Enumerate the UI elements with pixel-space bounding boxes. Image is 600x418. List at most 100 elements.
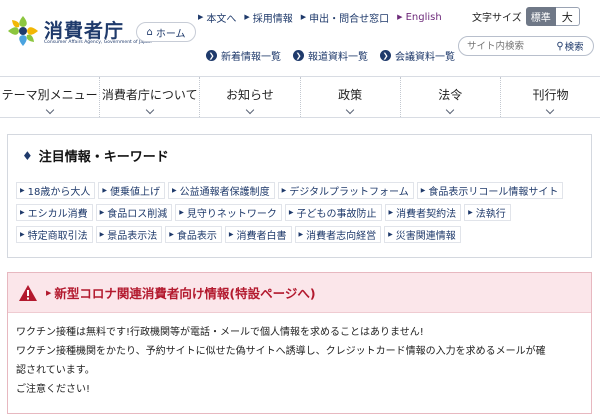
nav-item-label: お知らせ [226,87,274,102]
keyword-label: 食品ロス削減 [107,209,168,220]
search-button-label: 検索 [564,42,584,53]
triangle-right-icon: ▶ [388,209,394,216]
keyword-link[interactable]: ▶ 食品表示リコール情報サイト [416,182,564,199]
site-search: ⚲ 検索 [458,36,594,56]
keyword-link[interactable]: ▶ 子どもの事故防止 [284,204,382,221]
news-link-label: 報道資料一覧 [308,52,368,63]
keyword-label: 見守りネットワーク [186,209,277,220]
keyword-label: 食品表示リコール情報サイト [428,187,559,198]
nav-item-news[interactable]: お知らせ [200,77,301,117]
keyword-label: 子どもの事故防止 [296,209,377,220]
news-link-latest[interactable]: ❯ 新着情報一覧 [206,48,281,63]
nav-item-label: 消費者庁について [101,87,198,102]
font-size-large-button[interactable]: 大 [555,7,580,26]
keyword-label: 18歳から大人 [27,187,91,198]
corona-notice-panel: ▶ 新型コロナ関連消費者向け情報(特設ページへ) ワクチン接種は無料です!行政機… [7,272,592,414]
nav-item-label: 法令 [438,87,463,102]
triangle-right-icon: ▶ [20,231,25,238]
util-link-contact[interactable]: ▶ 申出・問合せ窓口 [301,10,389,25]
keyword-link[interactable]: ▶ 消費者白書 [224,226,292,243]
home-label: ホーム [155,28,186,40]
circle-arrow-icon: ❯ [293,50,304,61]
keyword-link[interactable]: ▶ 食品ロス削減 [95,204,173,221]
featured-keywords-heading: ♦ 注目情報・キーワード [22,146,169,166]
keyword-link[interactable]: ▶ 消費者契約法 [384,204,462,221]
keyword-label: エシカル消費 [27,209,88,220]
keyword-label: 便乗値上げ [109,187,160,198]
keyword-label: 食品表示 [176,231,217,242]
nav-item-laws[interactable]: 法令 [401,77,501,117]
keyword-link[interactable]: ▶ エシカル消費 [16,204,93,221]
triangle-right-icon: ▶ [298,231,304,238]
news-link-label: 会議資料一覧 [395,52,455,63]
site-logo[interactable]: 消費者庁 Consumer Affairs Agency, Government… [6,12,152,54]
keyword-link[interactable]: ▶ 消費者志向経営 [294,226,382,243]
font-size-switcher: 文字サイズ 標準 大 [472,7,580,26]
util-link-main[interactable]: ▶ 本文へ [198,10,236,25]
triangle-right-icon: ▶ [99,231,105,238]
triangle-right-icon: ▶ [300,13,307,21]
keyword-link[interactable]: ▶ 景品表示法 [95,226,163,243]
util-link-label: 申出・問合せ窓口 [309,13,390,25]
nav-item-label: 政策 [338,87,363,102]
keyword-link[interactable]: ▶ 食品表示 [165,226,222,243]
keyword-link[interactable]: ▶ 災害関連情報 [384,226,461,243]
keyword-link[interactable]: ▶ デジタルプラットフォーム [277,182,414,199]
home-button[interactable]: ⌂ ホーム [136,22,196,42]
triangle-right-icon: ▶ [46,288,52,297]
util-link-recruit[interactable]: ▶ 採用情報 [244,10,292,25]
warning-icon [18,284,38,302]
nav-item-publications[interactable]: 刊行物 [501,77,600,117]
triangle-right-icon: ▶ [171,187,177,194]
keyword-link[interactable]: ▶ 公益通報者保護制度 [167,182,275,199]
nav-item-policy[interactable]: 政策 [301,77,401,117]
keyword-list: ▶ 18歳から大人 ▶ 便乗値上げ ▶ 公益通報者保護制度 ▶ デジタルプラットフォーム… [16,182,582,248]
triangle-right-icon: ▶ [179,209,184,216]
keyword-link[interactable]: ▶ 法執行 [464,204,511,221]
util-link-label: 採用情報 [252,13,293,25]
keyword-label: 景品表示法 [107,231,158,242]
keyword-label: 消費者白書 [236,231,287,242]
corona-notice-header[interactable]: ▶ 新型コロナ関連消費者向け情報(特設ページへ) [8,273,591,313]
logo-text: 消費者庁 [44,20,125,42]
triangle-right-icon: ▶ [228,231,234,238]
corona-notice-title: 新型コロナ関連消費者向け情報(特設ページへ) [54,286,316,301]
logo-subtitle: Consumer Affairs Agency, Government of J… [44,40,152,45]
keyword-link[interactable]: ▶ 見守りネットワーク [175,204,282,221]
keyword-link[interactable]: ▶ 便乗値上げ [98,182,165,199]
triangle-right-icon: ▶ [102,187,107,194]
font-size-standard-button[interactable]: 標準 [525,7,556,26]
featured-keywords-title: 注目情報・キーワード [38,150,169,165]
circle-arrow-icon: ❯ [206,50,217,61]
keyword-label: 災害関連情報 [395,231,456,242]
site-header: 消費者庁 Consumer Affairs Agency, Government… [0,0,600,76]
logo-mark-icon [8,16,38,46]
nav-item-theme-menu[interactable]: テーマ別メニュー [0,77,101,117]
circle-arrow-icon: ❯ [380,50,391,61]
keyword-label: 特定商取引法 [27,231,88,242]
keyword-label: デジタルプラットフォーム [289,187,409,198]
keyword-link[interactable]: ▶ 特定商取引法 [16,226,93,243]
news-link-meetings[interactable]: ❯ 会議資料一覧 [380,48,455,63]
notice-line: ご注意ください! [16,384,91,395]
util-link-label: 本文へ [206,13,237,25]
nav-item-label: 刊行物 [532,87,569,102]
corona-notice-link[interactable]: ▶ 新型コロナ関連消費者向け情報(特設ページへ) [46,283,316,302]
notice-line: ワクチン接種機関をかたり、予約サイトに似せた偽サイトへ誘導し、クレジットカード情… [16,346,546,357]
triangle-right-icon: ▶ [20,187,25,194]
search-button[interactable]: ⚲ 検索 [547,37,593,55]
triangle-right-icon: ▶ [99,209,105,216]
nav-item-about[interactable]: 消費者庁について [100,77,201,117]
keyword-link[interactable]: ▶ 18歳から大人 [16,182,96,199]
triangle-right-icon: ▶ [388,231,393,238]
triangle-right-icon: ▶ [169,231,174,238]
global-nav: テーマ別メニュー 消費者庁について お知らせ 政策 法令 刊行物 [0,76,600,118]
triangle-right-icon: ▶ [244,13,250,21]
keyword-label: 公益通報者保護制度 [179,187,270,198]
triangle-right-icon: ▶ [20,209,25,216]
news-link-press[interactable]: ❯ 報道資料一覧 [293,48,368,63]
search-input[interactable] [459,37,547,55]
util-link-english[interactable]: ▶ English [397,12,442,23]
news-links: ❯ 新着情報一覧 ❯ 報道資料一覧 ❯ 会議資料一覧 [206,48,467,63]
triangle-right-icon: ▶ [397,13,403,21]
